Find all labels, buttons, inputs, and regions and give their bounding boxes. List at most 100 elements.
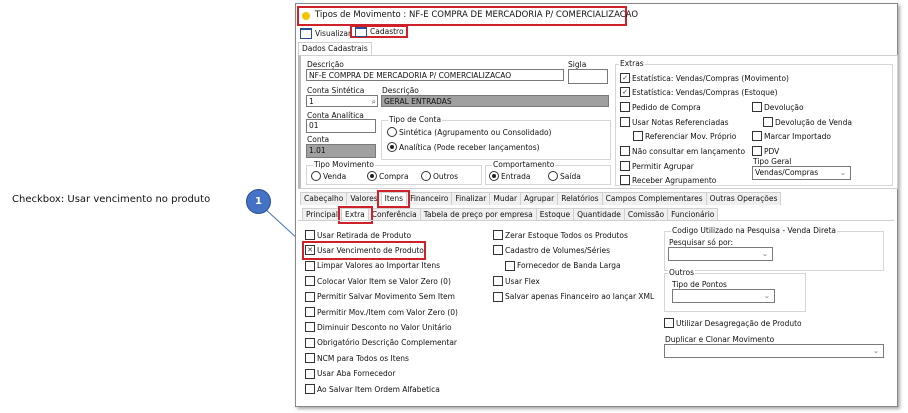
itens-highlight bbox=[377, 190, 410, 208]
conta-sintetica-input[interactable]: 1 ⌕ bbox=[306, 95, 378, 107]
checkbox-item[interactable]: Permitir Salvar Movimento Sem Item bbox=[305, 291, 455, 302]
conta-sintetica-label: Conta Sintética bbox=[307, 86, 365, 95]
checkbox-label: Obrigatório Descrição Complementar bbox=[317, 338, 458, 348]
check-devolucao[interactable]: Devolução bbox=[752, 102, 804, 112]
tab-9[interactable]: Outras Operações bbox=[705, 192, 782, 205]
checkbox-item[interactable]: Salvar apenas Financeiro ao lançar XML bbox=[493, 291, 655, 302]
tab-dados-cadastrais[interactable]: Dados Cadastrais bbox=[298, 42, 372, 55]
tab-5[interactable]: Mudar bbox=[489, 192, 522, 205]
checkbox-label: Diminuir Desconto no Valor Unitário bbox=[317, 322, 452, 332]
checkbox[interactable] bbox=[493, 245, 503, 256]
checkbox-item[interactable]: Permitir Mov./Item com Valor Zero (0) bbox=[305, 307, 458, 317]
checkbox-item[interactable]: Usar Flex bbox=[493, 276, 540, 287]
callout-badge: 1 bbox=[246, 189, 271, 214]
check-pdv[interactable]: PDV bbox=[752, 146, 779, 156]
tab-4[interactable]: Finalizar bbox=[451, 192, 491, 205]
visualizar-label: Visualizar bbox=[315, 29, 352, 38]
checkbox[interactable] bbox=[305, 322, 315, 333]
tab-0[interactable]: Cabeçalho bbox=[300, 192, 348, 205]
checkbox[interactable] bbox=[305, 291, 315, 302]
window-title: Tipos de Movimento : NF-E COMPRA DE MERC… bbox=[315, 10, 639, 20]
check-est-est[interactable]: ✓ Estatística: Vendas/Compras (Estoque) bbox=[620, 87, 778, 97]
duplicar-label: Duplicar e Clonar Movimento bbox=[665, 335, 775, 344]
chevron-down-icon: ⌄ bbox=[839, 168, 846, 177]
checkbox-item[interactable]: Diminuir Desconto no Valor Unitário bbox=[305, 322, 452, 333]
search-icon[interactable]: ⌕ bbox=[372, 96, 376, 108]
radio-analitica[interactable]: Analítica (Pode receber lançamentos) bbox=[387, 142, 540, 152]
check-desagregacao[interactable]: Utilizar Desagregação de Produto bbox=[664, 318, 802, 328]
checkbox[interactable] bbox=[493, 291, 503, 302]
radio-compra[interactable]: Compra bbox=[367, 171, 409, 181]
check-pedido[interactable]: Pedido de Compra bbox=[620, 102, 701, 112]
checkbox[interactable] bbox=[305, 368, 315, 379]
checkbox[interactable] bbox=[305, 276, 315, 287]
duplicar-select[interactable]: ⌄ bbox=[664, 344, 884, 358]
checkbox-label: NCM para Todos os Itens bbox=[317, 353, 409, 363]
checkbox-item[interactable]: Zerar Estoque Todos os Produtos bbox=[493, 230, 628, 240]
pesquisar-select[interactable]: ⌄ bbox=[668, 247, 773, 261]
check-usar-notas[interactable]: Usar Notas Referenciadas bbox=[620, 117, 729, 127]
checkbox-item[interactable]: Cadastro de Volumes/Séries bbox=[493, 245, 611, 256]
checkbox-item[interactable]: Usar Aba Fornecedor bbox=[305, 368, 396, 379]
checkbox-label: Usar Aba Fornecedor bbox=[317, 369, 396, 379]
checkbox-label: Cadastro de Volumes/Séries bbox=[505, 245, 611, 255]
checkbox-item[interactable]: Obrigatório Descrição Complementar bbox=[305, 337, 458, 348]
checkbox[interactable] bbox=[305, 384, 315, 394]
checkbox-item[interactable]: Usar Retirada de Produto bbox=[305, 230, 411, 240]
radio-entrada[interactable]: Entrada bbox=[489, 171, 530, 181]
checkbox-label: Ao Salvar Item Ordem Alfabetica bbox=[317, 384, 440, 394]
cadastro-button[interactable]: Cadastro bbox=[350, 25, 408, 38]
checkbox[interactable] bbox=[305, 307, 315, 317]
checkbox-item[interactable]: Limpar Valores ao Importar Itens bbox=[305, 260, 440, 271]
checkbox[interactable] bbox=[505, 260, 515, 271]
check-receber[interactable]: Receber Agrupamento bbox=[620, 175, 716, 185]
radio-saida[interactable]: Saída bbox=[548, 171, 581, 181]
conta-label: Conta bbox=[307, 135, 330, 144]
tab-3[interactable]: Financeiro bbox=[406, 192, 453, 205]
check-ref-mov[interactable]: Referenciar Mov. Próprio bbox=[633, 131, 736, 141]
checkbox-label: Permitir Mov./Item com Valor Zero (0) bbox=[317, 307, 458, 317]
radio-sintetica[interactable]: Sintética (Agrupamento ou Consolidado) bbox=[387, 127, 551, 137]
radio-outros[interactable]: Outros bbox=[421, 171, 458, 181]
descricao-input[interactable]: NF-E COMPRA DE MERCADORIA P/ COMERCIALIZ… bbox=[306, 69, 564, 81]
checkbox-item[interactable]: Fornecedor de Banda Larga bbox=[505, 260, 621, 271]
checkbox-item[interactable]: NCM para Todos os Itens bbox=[305, 353, 409, 364]
check-permitir[interactable]: Permitir Agrupar bbox=[620, 161, 694, 171]
descricao2-input: GERAL ENTRADAS bbox=[381, 95, 609, 107]
conta-input: 1.01 bbox=[306, 144, 376, 158]
conta-analitica-input[interactable]: 01 bbox=[306, 119, 376, 133]
descricao2-label: Descrição bbox=[382, 86, 419, 95]
visualizar-button[interactable]: Visualizar bbox=[300, 28, 351, 39]
sigla-input[interactable] bbox=[568, 69, 608, 84]
checkbox-item[interactable]: Colocar Valor Item se Valor Zero (0) bbox=[305, 276, 451, 287]
check-est-mov[interactable]: ✓ Estatística: Vendas/Compras (Movimento) bbox=[620, 73, 789, 83]
tipo-geral-select[interactable]: Vendas/Compras ⌄ bbox=[752, 166, 851, 180]
checkbox-label: Salvar apenas Financeiro ao lançar XML bbox=[505, 292, 655, 302]
tab-6[interactable]: Agrupar bbox=[520, 192, 559, 205]
checkbox[interactable] bbox=[305, 337, 315, 348]
checkbox[interactable] bbox=[305, 230, 315, 240]
checkbox-label: Zerar Estoque Todos os Produtos bbox=[505, 230, 628, 240]
tipo-geral-label: Tipo Geral bbox=[753, 157, 792, 166]
checkbox[interactable] bbox=[493, 276, 503, 287]
checkbox-label: Fornecedor de Banda Larga bbox=[517, 261, 621, 271]
tipo-pontos-select[interactable]: ⌄ bbox=[672, 289, 775, 303]
check-marcar[interactable]: Marcar Importado bbox=[752, 131, 831, 141]
checkbox-label: Usar Retirada de Produto bbox=[317, 230, 412, 240]
tab-8[interactable]: Campos Complementares bbox=[601, 192, 707, 205]
cadastro-label: Cadastro bbox=[370, 27, 404, 36]
tab-7[interactable]: Relatórios bbox=[557, 192, 603, 205]
checkbox[interactable] bbox=[305, 353, 315, 364]
window-icon bbox=[300, 28, 312, 39]
checkbox-item[interactable]: Ao Salvar Item Ordem Alfabetica bbox=[305, 384, 440, 394]
tipo-pontos-label: Tipo de Pontos bbox=[672, 280, 727, 289]
chevron-down-icon: ⌄ bbox=[763, 291, 770, 300]
check-nao-consultar[interactable]: Não consultar em lançamento bbox=[620, 146, 745, 156]
pesquisar-label: Pesquisar só por: bbox=[669, 238, 734, 247]
app-icon bbox=[302, 12, 310, 20]
checkbox[interactable] bbox=[493, 230, 503, 240]
check-dev-venda[interactable]: Devolução de Venda bbox=[763, 117, 852, 127]
radio-venda[interactable]: Venda bbox=[311, 171, 346, 181]
checkbox[interactable] bbox=[305, 260, 315, 271]
extra-highlight bbox=[338, 206, 373, 224]
